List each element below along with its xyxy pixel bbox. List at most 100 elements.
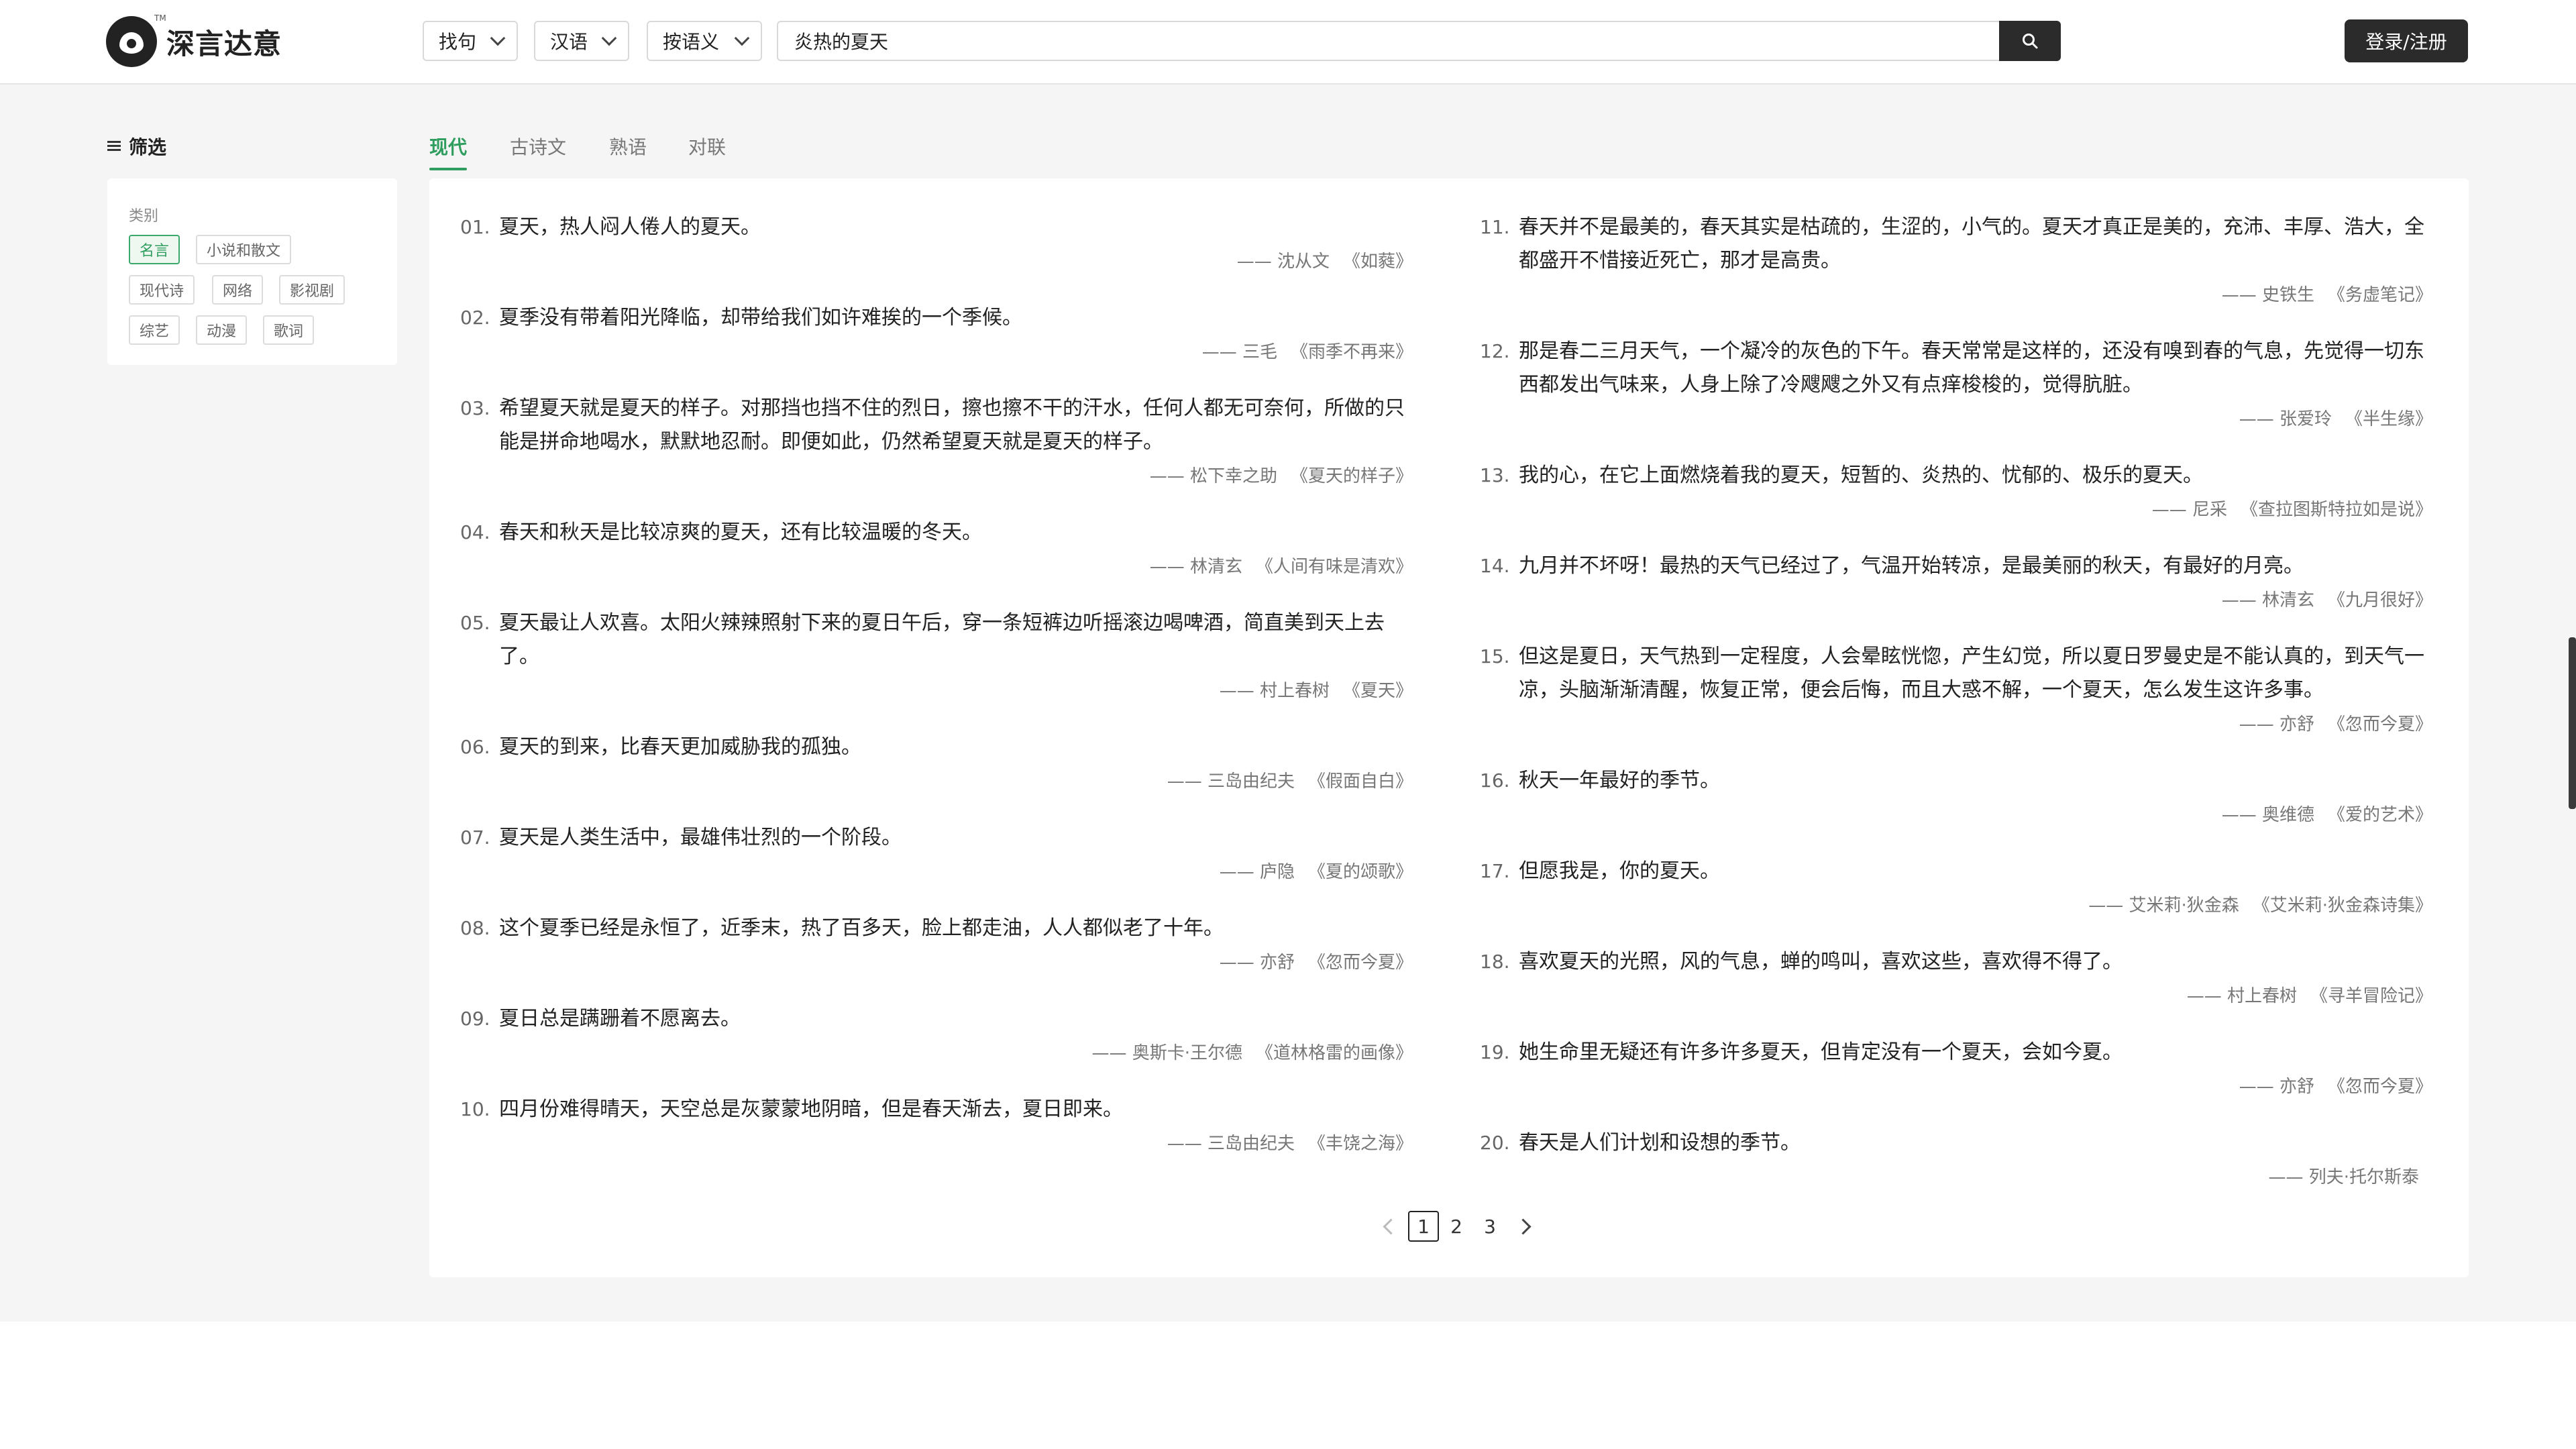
chevron-right-icon[interactable] xyxy=(1515,1218,1532,1235)
quote-number: 07. xyxy=(460,826,490,849)
quote-number: 08. xyxy=(460,917,490,939)
quote-source: —— 史铁生 《务虚笔记》 xyxy=(1480,283,2436,307)
search-button[interactable] xyxy=(1999,21,2061,61)
quote-source: —— 林清玄 《人间有味是清欢》 xyxy=(460,555,1417,579)
tag-quotes[interactable]: 名言 xyxy=(129,235,180,264)
quote-item[interactable]: 09. 夏日总是蹒跚着不愿离去。 —— 奥斯卡·王尔德 《道林格雷的画像》 xyxy=(460,1002,1417,1065)
quote-text: 夏天的到来，比春天更加威胁我的孤独。 xyxy=(499,735,861,759)
quote-book: 《忽而今夏》 xyxy=(1307,953,1413,973)
quote-book: 《夏天的样子》 xyxy=(1290,466,1413,486)
quote-author: —— 列夫·托尔斯泰 xyxy=(2268,1167,2419,1187)
quote-book: 《人间有味是清欢》 xyxy=(1255,557,1413,577)
quote-text: 那是春二三月天气，一个凝冷的灰色的下午。春天常常是这样的，还没有嗅到春的气息，先… xyxy=(1519,339,2424,396)
tag-internet[interactable]: 网络 xyxy=(212,275,264,305)
quote-number: 02. xyxy=(460,307,490,329)
page-1-button[interactable]: 1 xyxy=(1408,1211,1439,1242)
quote-item[interactable]: 07. 夏天是人类生活中，最雄伟壮烈的一个阶段。 —— 庐隐 《夏的颂歌》 xyxy=(460,821,1417,884)
quote-item[interactable]: 05. 夏天最让人欢喜。太阳火辣辣照射下来的夏日午后，穿一条短裤边听摇滚边喝啤酒，… xyxy=(460,606,1417,703)
filter-title-text: 筛选 xyxy=(129,136,167,158)
results-panel: 01. 夏天，热人闷人倦人的夏天。 —— 沈从文 《如蕤》 02. 夏季没有带着阳光降… xyxy=(429,178,2469,1277)
quote-author: —— 亦舒 xyxy=(2239,1077,2314,1097)
quote-text: 她生命里无疑还有许多许多夏天，但肯定没有一个夏天，会如今夏。 xyxy=(1519,1040,2123,1064)
quote-text: 春天是人们计划和设想的季节。 xyxy=(1519,1131,1801,1155)
quote-number: 18. xyxy=(1480,951,1510,973)
quote-item[interactable]: 03. 希望夏天就是夏天的样子。对那挡也挡不住的烈日，擦也擦不干的汗水，任何人都无… xyxy=(460,392,1417,488)
quote-book: 《如蕤》 xyxy=(1342,252,1413,272)
pagination: 1 2 3 xyxy=(1372,1210,1536,1243)
quote-book: 《忽而今夏》 xyxy=(2327,714,2432,735)
quote-item[interactable]: 06. 夏天的到来，比春天更加威胁我的孤独。 —— 三岛由纪夫 《假面自白》 xyxy=(460,731,1417,794)
chevron-down-icon xyxy=(490,30,506,46)
quote-text: 春天并不是最美的，春天其实是枯疏的，生涩的，小气的。夏天才真正是美的，充沛、丰厚… xyxy=(1519,215,2424,272)
quote-item[interactable]: 04. 春天和秋天是比较凉爽的夏天，还有比较温暖的冬天。 —— 林清玄 《人间有味是… xyxy=(460,516,1417,579)
quote-number: 09. xyxy=(460,1008,490,1030)
quote-item[interactable]: 08. 这个夏季已经是永恒了，近季末，热了百多天，脸上都走油，人人都似老了十年。 … xyxy=(460,912,1417,975)
quote-item[interactable]: 10. 四月份难得晴天，天空总是灰蒙蒙地阴暗，但是春天渐去，夏日即来。 —— 三岛… xyxy=(460,1093,1417,1156)
quote-author: —— 奥维德 xyxy=(2221,805,2314,825)
quote-item[interactable]: 20. 春天是人们计划和设想的季节。 —— 列夫·托尔斯泰 xyxy=(1480,1126,2436,1189)
chevron-left-icon[interactable] xyxy=(1383,1218,1399,1235)
quote-item[interactable]: 15. 但这是夏日，天气热到一定程度，人会晕眩恍惚，产生幻觉，所以夏日罗曼史是不能… xyxy=(1480,640,2436,737)
tab-idioms[interactable]: 熟语 xyxy=(609,133,647,160)
quote-item[interactable]: 16. 秋天一年最好的季节。 —— 奥维德 《爱的艺术》 xyxy=(1480,764,2436,827)
quote-number: 06. xyxy=(460,736,490,758)
quote-book: 《寻羊冒险记》 xyxy=(2310,986,2432,1006)
tab-modern[interactable]: 现代 xyxy=(429,133,467,160)
quote-source: —— 奥维德 《爱的艺术》 xyxy=(1480,803,2436,827)
page-footer-area xyxy=(0,1322,2576,1449)
quote-number: 15. xyxy=(1480,645,1510,667)
quote-author: —— 林清玄 xyxy=(2221,590,2314,610)
language-dropdown-label: 汉语 xyxy=(550,31,588,53)
login-register-button[interactable]: 登录/注册 xyxy=(2345,19,2468,62)
search-icon xyxy=(2023,34,2038,49)
quote-item[interactable]: 12. 那是春二三月天气，一个凝冷的灰色的下午。春天常常是这样的，还没有嗅到春的气… xyxy=(1480,335,2436,431)
quote-text: 春天和秋天是比较凉爽的夏天，还有比较温暖的冬天。 xyxy=(499,521,982,544)
quote-source: —— 沈从文 《如蕤》 xyxy=(460,250,1417,274)
tab-classical[interactable]: 古诗文 xyxy=(510,133,566,160)
quote-number: 12. xyxy=(1480,340,1510,362)
quote-number: 11. xyxy=(1480,216,1510,238)
quote-author: —— 三岛由纪夫 xyxy=(1167,771,1295,792)
quote-number: 14. xyxy=(1480,555,1510,577)
quote-source: —— 林清玄 《九月很好》 xyxy=(1480,588,2436,612)
tag-lyrics[interactable]: 歌词 xyxy=(263,315,315,345)
quote-text: 夏天，热人闷人倦人的夏天。 xyxy=(499,215,761,239)
mode-dropdown[interactable]: 找句 xyxy=(423,21,518,61)
quote-item[interactable]: 18. 喜欢夏天的光照，风的气息，蝉的鸣叫，喜欢这些，喜欢得不得了。 —— 村上春… xyxy=(1480,945,2436,1008)
quote-text: 九月并不坏呀！最热的天气已经过了，气温开始转凉，是最美丽的秋天，有最好的月亮。 xyxy=(1519,554,2304,578)
mode-dropdown-label: 找句 xyxy=(439,31,477,53)
quote-book: 《艾米莉·狄金森诗集》 xyxy=(2252,896,2432,916)
filter-title: 筛选 xyxy=(107,133,166,160)
page-3-button[interactable]: 3 xyxy=(1474,1210,1506,1242)
quote-source: —— 亦舒 《忽而今夏》 xyxy=(1480,712,2436,737)
quote-book: 《务虚笔记》 xyxy=(2327,285,2432,305)
language-dropdown[interactable]: 汉语 xyxy=(534,21,629,61)
method-dropdown[interactable]: 按语义 xyxy=(647,21,762,61)
tag-modern-poetry[interactable]: 现代诗 xyxy=(129,275,195,305)
quote-text: 夏日总是蹒跚着不愿离去。 xyxy=(499,1007,741,1030)
quote-item[interactable]: 02. 夏季没有带着阳光降临，却带给我们如许难挨的一个季候。 —— 三毛 《雨季不再… xyxy=(460,301,1417,364)
page-2-button[interactable]: 2 xyxy=(1440,1210,1472,1242)
chevron-down-icon xyxy=(601,30,617,46)
quote-source: —— 三毛 《雨季不再来》 xyxy=(460,340,1417,364)
quote-item[interactable]: 17. 但愿我是，你的夏天。 —— 艾米莉·狄金森 《艾米莉·狄金森诗集》 xyxy=(1480,855,2436,918)
scrollbar-thumb[interactable] xyxy=(2569,637,2576,809)
tag-anime[interactable]: 动漫 xyxy=(196,315,248,345)
quote-book: 《半生缘》 xyxy=(2345,409,2432,429)
search-input[interactable] xyxy=(793,29,2000,53)
tag-novels-essays[interactable]: 小说和散文 xyxy=(196,235,292,264)
tab-couplets[interactable]: 对联 xyxy=(688,133,726,160)
quote-item[interactable]: 01. 夏天，热人闷人倦人的夏天。 —— 沈从文 《如蕤》 xyxy=(460,211,1417,274)
quote-item[interactable]: 14. 九月并不坏呀！最热的天气已经过了，气温开始转凉，是最美丽的秋天，有最好的月… xyxy=(1480,549,2436,612)
tag-film-tv[interactable]: 影视剧 xyxy=(279,275,345,305)
quote-item[interactable]: 19. 她生命里无疑还有许多许多夏天，但肯定没有一个夏天，会如今夏。 —— 亦舒《… xyxy=(1480,1036,2436,1099)
quote-text: 这个夏季已经是永恒了，近季末，热了百多天，脸上都走油，人人都似老了十年。 xyxy=(499,916,1224,940)
quote-item[interactable]: 13. 我的心，在它上面燃烧着我的夏天，短暂的、炎热的、忧郁的、极乐的夏天。 ——… xyxy=(1480,459,2436,522)
site-logo[interactable]: TM 深言达意 xyxy=(106,13,282,70)
tag-variety[interactable]: 综艺 xyxy=(129,315,180,345)
quote-item[interactable]: 11. 春天并不是最美的，春天其实是枯疏的，生涩的，小气的。夏天才真正是美的，充沛… xyxy=(1480,211,2436,307)
menu-icon xyxy=(107,141,121,152)
logo-icon xyxy=(106,16,157,67)
quote-text: 秋天一年最好的季节。 xyxy=(1519,769,1720,792)
active-tab-indicator xyxy=(429,168,467,170)
